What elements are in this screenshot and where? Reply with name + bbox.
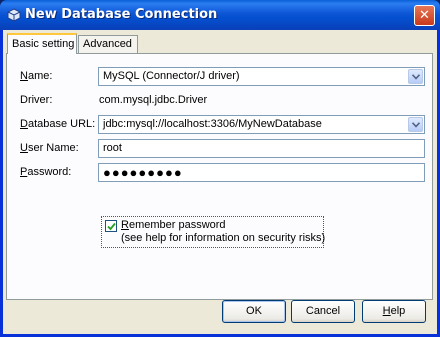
checkmark-icon <box>107 222 116 231</box>
tab-label: Basic setting <box>12 38 75 50</box>
close-button[interactable]: ✕ <box>414 5 435 26</box>
password-field[interactable]: ●●●●●●●●● <box>98 163 425 182</box>
password-label: Password: <box>20 166 72 178</box>
dialog-content: Basic setting Advanced Name: MySQL (Conn… <box>3 30 437 334</box>
name-dropdown-button[interactable] <box>408 69 423 84</box>
database-url-value: jdbc:mysql://localhost:3306/MyNewDatabas… <box>103 118 322 130</box>
tab-basic-setting[interactable]: Basic setting <box>7 33 77 54</box>
chevron-down-icon <box>412 74 420 80</box>
ok-button[interactable]: OK <box>222 300 286 323</box>
name-label: Name: <box>20 70 53 82</box>
database-url-combobox[interactable]: jdbc:mysql://localhost:3306/MyNewDatabas… <box>98 115 425 134</box>
user-name-field[interactable]: root <box>98 139 425 158</box>
tab-label: Advanced <box>83 38 132 50</box>
remember-password-label: Remember password <box>121 219 226 231</box>
database-icon <box>7 8 21 22</box>
cancel-button[interactable]: Cancel <box>291 300 355 323</box>
database-url-label: Database URL: <box>20 118 96 130</box>
driver-value: com.mysql.jdbc.Driver <box>99 94 208 106</box>
help-button[interactable]: Help <box>362 300 426 323</box>
remember-password-option[interactable]: Remember password (see help for informat… <box>101 216 326 248</box>
security-risk-hint: (see help for information on security ri… <box>121 232 326 244</box>
dialog-window: New Database Connection ✕ Basic setting … <box>0 0 440 337</box>
title-bar[interactable]: New Database Connection ✕ <box>0 0 440 30</box>
user-name-label: User Name: <box>20 142 79 154</box>
window-title: New Database Connection <box>25 7 218 22</box>
remember-password-checkbox[interactable] <box>105 220 117 232</box>
name-value: MySQL (Connector/J driver) <box>103 70 240 82</box>
driver-label: Driver: <box>20 94 53 106</box>
tab-advanced[interactable]: Advanced <box>78 35 138 53</box>
name-combobox[interactable]: MySQL (Connector/J driver) <box>98 67 425 86</box>
database-url-dropdown-button[interactable] <box>408 117 423 132</box>
basic-setting-panel: Name: MySQL (Connector/J driver) Driver:… <box>6 53 433 300</box>
close-icon: ✕ <box>419 8 430 23</box>
chevron-down-icon <box>412 122 420 128</box>
